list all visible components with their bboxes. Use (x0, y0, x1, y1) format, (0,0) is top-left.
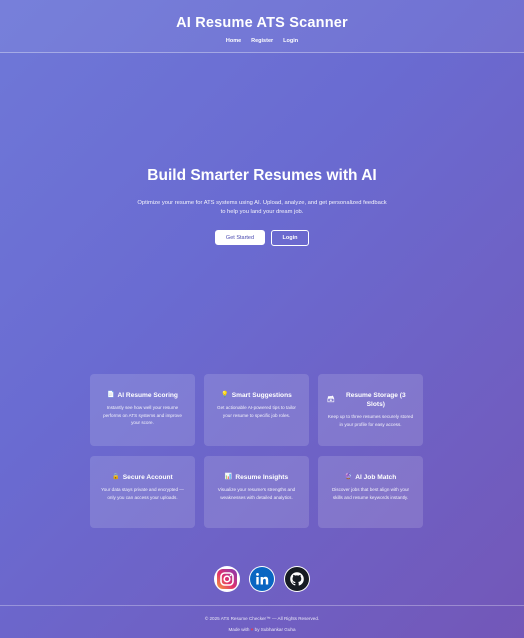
nav-login-link[interactable]: Login (283, 38, 298, 44)
hero-title: Build Smarter Resumes with AI (147, 167, 377, 184)
site-footer: © 2025 ATS Resume Checker™ — All Rights … (0, 605, 524, 638)
feature-card-resume-insights: 📊 Resume Insights Visualize your resume'… (204, 456, 309, 528)
feature-card-resume-storage: 🗃 Resume Storage (3 Slots) Keep up to th… (318, 374, 423, 446)
feature-title: AI Job Match (355, 474, 397, 481)
feature-title: Resume Storage (3 Slots) (345, 392, 406, 408)
feature-description: Your data stays private and encrypted — … (101, 487, 184, 500)
social-links (0, 566, 524, 592)
login-button[interactable]: Login (271, 230, 309, 246)
site-header: AI Resume ATS Scanner Home Register Logi… (0, 0, 524, 53)
feature-card-smart-suggestions: 💡 Smart Suggestions Get actionable AI-po… (204, 374, 309, 446)
nav-home-link[interactable]: Home (226, 38, 241, 44)
instagram-icon[interactable] (214, 566, 240, 592)
footer-author: by Subhankar Guha (254, 627, 296, 632)
linkedin-icon[interactable] (249, 566, 275, 592)
get-started-button[interactable]: Get Started (215, 230, 265, 245)
footer-made-with: Made with (228, 627, 250, 632)
feature-title: Smart Suggestions (231, 392, 292, 399)
feature-title: Secure Account (122, 474, 173, 481)
nav-register-link[interactable]: Register (251, 38, 273, 44)
footer-credit: Made with ♥ by Subhankar Guha (0, 627, 524, 632)
feature-description: Keep up to three resumes securely stored… (327, 414, 414, 427)
footer-copyright: © 2025 ATS Resume Checker™ — All Rights … (204, 616, 320, 621)
feature-title: AI Resume Scoring (117, 392, 178, 399)
lightbulb-icon: 💡 (221, 392, 229, 398)
hero-buttons: Get Started Login (0, 230, 524, 246)
feature-description: Visualize your resume's strengths and we… (217, 487, 296, 500)
crystal-ball-icon: 🔮 (344, 474, 353, 480)
feature-description: Instantly see how well your resume perfo… (103, 405, 182, 426)
hero-subtitle: Optimize your resume for ATS systems usi… (137, 200, 387, 215)
heart-icon: ♥ (250, 627, 254, 632)
lock-icon: 🔒 (112, 474, 120, 480)
storage-icon: 🗃 (327, 396, 335, 403)
main-nav: Home Register Login (0, 38, 524, 44)
features-grid: 📄 AI Resume Scoring Instantly see how we… (90, 374, 424, 528)
feature-card-secure-account: 🔒 Secure Account Your data stays private… (90, 456, 195, 528)
feature-card-resume-scoring: 📄 AI Resume Scoring Instantly see how we… (90, 374, 195, 446)
bar-chart-icon: 📊 (224, 474, 233, 480)
document-icon: 📄 (107, 392, 115, 398)
feature-card-ai-job-match: 🔮 AI Job Match Discover jobs that best a… (318, 456, 423, 528)
feature-description: Get actionable AI-powered tips to tailor… (217, 405, 296, 418)
feature-title: Resume Insights (235, 474, 289, 481)
site-title: AI Resume ATS Scanner (176, 15, 348, 31)
hero-section: Build Smarter Resumes with AI Optimize y… (0, 167, 524, 246)
feature-description: Discover jobs that best align with your … (331, 487, 410, 500)
github-icon[interactable] (284, 566, 310, 592)
